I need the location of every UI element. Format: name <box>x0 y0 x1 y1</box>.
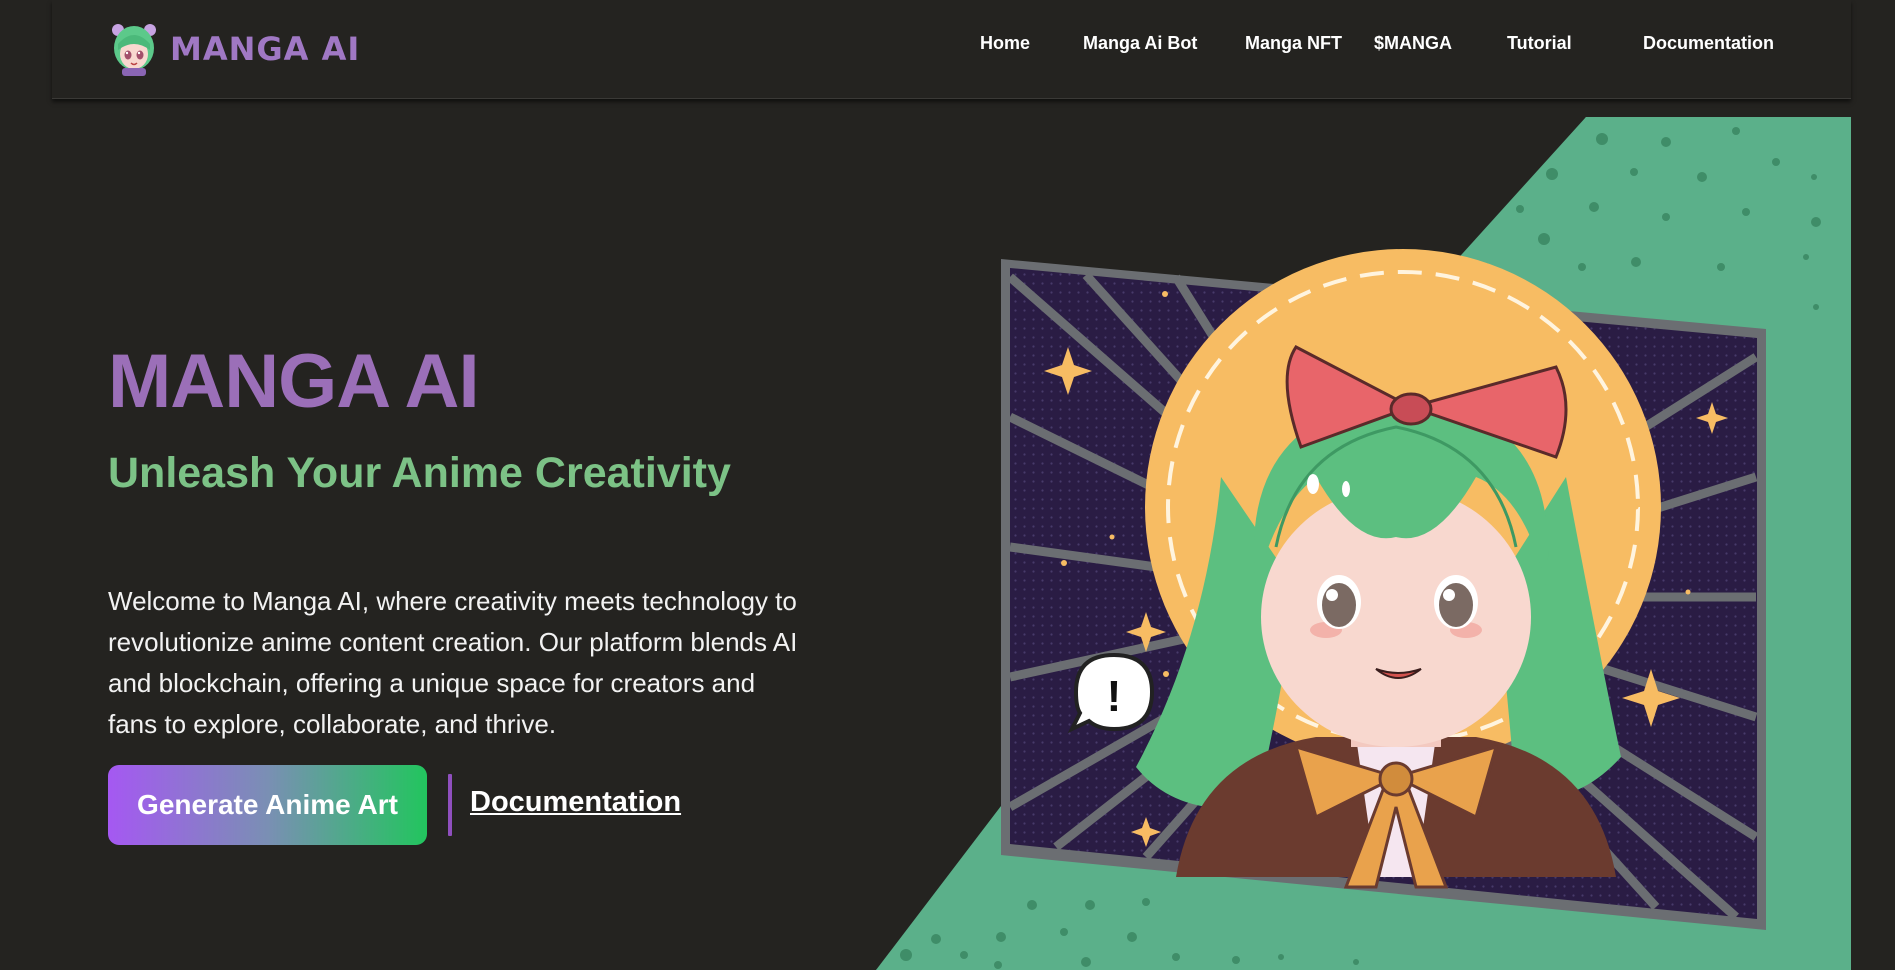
brand-logo[interactable]: MANGA AI <box>110 22 360 76</box>
nav-home[interactable]: Home <box>980 33 1030 54</box>
speech-bubble: ! <box>1067 652 1155 734</box>
brand-name: MANGA AI <box>170 30 361 68</box>
speech-bubble-text: ! <box>1107 672 1122 721</box>
anime-girl-illustration: ! <box>876 117 1851 970</box>
hero-title: MANGA AI <box>108 339 480 424</box>
nav-manga-nft[interactable]: Manga NFT <box>1245 33 1342 54</box>
nav-manga-ai-bot[interactable]: Manga Ai Bot <box>1083 33 1197 54</box>
generate-anime-art-button[interactable]: Generate Anime Art <box>108 765 427 845</box>
nav-documentation[interactable]: Documentation <box>1643 33 1774 54</box>
hero-description: Welcome to Manga AI, where creativity me… <box>108 586 798 739</box>
nav-tutorial[interactable]: Tutorial <box>1507 33 1572 54</box>
nav-manga-token[interactable]: $MANGA <box>1374 33 1452 54</box>
hero-subtitle: Unleash Your Anime Creativity <box>108 449 731 497</box>
anime-girl-avatar-icon <box>112 24 156 76</box>
documentation-link[interactable]: Documentation <box>470 786 681 819</box>
button-divider <box>448 774 452 836</box>
top-navbar: MANGA AI Home Manga Ai Bot Manga NFT $MA… <box>52 0 1851 99</box>
